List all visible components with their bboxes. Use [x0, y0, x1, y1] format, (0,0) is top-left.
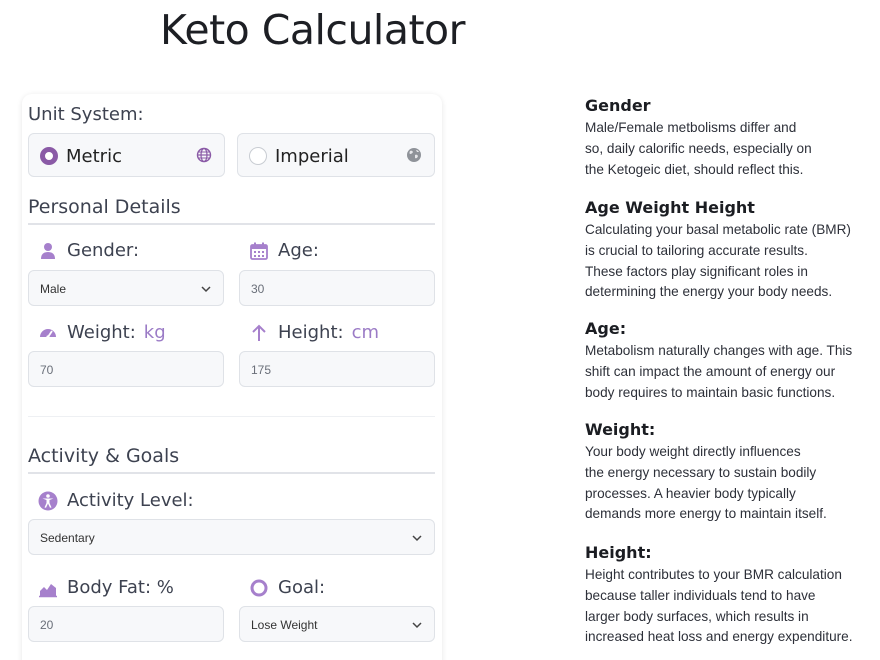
- info-weight: Weight: Your body weight directly influe…: [585, 420, 865, 525]
- activity-select[interactable]: Sedentary: [28, 519, 435, 555]
- unit-system-label: Unit System:: [28, 104, 144, 125]
- info-text: Your body weight directly influences the…: [585, 444, 827, 522]
- body-fat-label-text: Body Fat: %: [67, 577, 174, 598]
- gauge-icon: [40, 328, 56, 339]
- chevron-down-icon: [412, 622, 422, 629]
- metric-option[interactable]: Metric: [28, 133, 225, 177]
- info-title: Age Weight Height: [585, 198, 755, 217]
- height-label-text: Height:: [278, 322, 344, 343]
- activity-goals-heading: Activity & Goals: [28, 445, 180, 467]
- info-text: Height contributes to your BMR calculati…: [585, 567, 853, 645]
- info-text: Calculating your basal metabolic rate (B…: [585, 222, 851, 300]
- info-title: Height:: [585, 543, 652, 562]
- imperial-option[interactable]: Imperial: [237, 133, 435, 177]
- gender-value: Male: [40, 282, 67, 296]
- activity-label-text: Activity Level:: [67, 490, 194, 511]
- height-input[interactable]: 175: [239, 351, 435, 387]
- accessibility-icon: [38, 491, 58, 510]
- activity-label: Activity Level:: [38, 490, 194, 511]
- section-divider: [28, 472, 435, 474]
- imperial-radio[interactable]: [249, 147, 267, 165]
- section-divider: [28, 223, 435, 225]
- body-fat-label: Body Fat: %: [38, 577, 174, 598]
- height-unit: cm: [351, 322, 380, 343]
- goal-value: Lose Weight: [251, 618, 318, 632]
- weight-input[interactable]: 70: [28, 351, 224, 387]
- gender-label-text: Gender:: [67, 240, 140, 261]
- info-gender: Gender Male/Female metbolisms differ and…: [585, 96, 865, 180]
- info-text: Metabolism naturally changes with age. T…: [585, 343, 853, 400]
- height-label: Height: cm: [249, 322, 379, 343]
- body-fat-input[interactable]: 20: [28, 606, 224, 642]
- gender-label: Gender:: [38, 240, 139, 261]
- goal-label: Goal:: [249, 577, 325, 598]
- chevron-down-icon: [201, 286, 211, 293]
- gender-select[interactable]: Male: [28, 270, 224, 306]
- info-height: Height: Height contributes to your BMR c…: [585, 543, 865, 648]
- weight-label-text: Weight:: [67, 322, 136, 343]
- activity-value: Sedentary: [40, 531, 95, 545]
- goal-label-text: Goal:: [278, 577, 326, 598]
- metric-radio[interactable]: [40, 147, 58, 165]
- page-title: Keto Calculator: [160, 6, 465, 54]
- age-input[interactable]: 30: [239, 270, 435, 306]
- metric-label: Metric: [66, 146, 122, 167]
- earth-icon: [407, 148, 421, 162]
- info-age: Age: Metabolism naturally changes with a…: [585, 319, 865, 403]
- weight-unit: kg: [143, 322, 166, 343]
- weight-label: Weight: kg: [38, 322, 166, 343]
- info-title: Weight:: [585, 420, 656, 439]
- age-label: Age:: [249, 240, 319, 261]
- calendar-icon: [250, 242, 268, 260]
- globe-icon: [196, 147, 212, 163]
- circle-icon: [250, 579, 268, 596]
- info-age-weight-height: Age Weight Height Calculating your basal…: [585, 198, 865, 303]
- section-divider: [28, 416, 435, 417]
- imperial-label: Imperial: [275, 146, 349, 167]
- info-text: Male/Female metbolisms differ and so, da…: [585, 120, 812, 177]
- chart-area-icon: [39, 583, 57, 597]
- arrow-up-icon: [252, 324, 266, 341]
- personal-details-heading: Personal Details: [28, 196, 181, 218]
- info-title: Age:: [585, 319, 627, 338]
- info-title: Gender: [585, 96, 651, 115]
- age-label-text: Age:: [278, 240, 319, 261]
- chevron-down-icon: [412, 535, 422, 542]
- goal-select[interactable]: Lose Weight: [239, 606, 435, 642]
- user-icon: [41, 242, 55, 259]
